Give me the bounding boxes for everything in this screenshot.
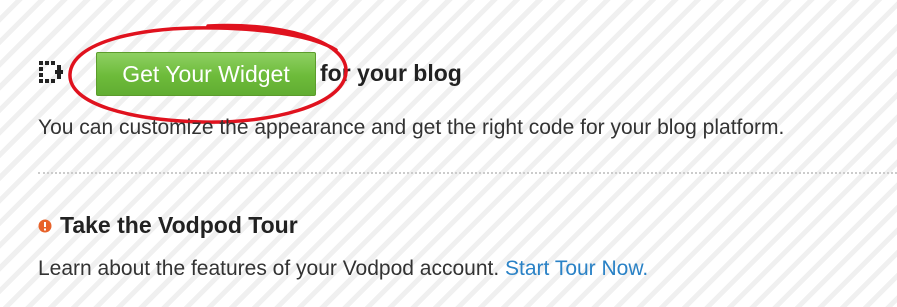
tour-description-line: Learn about the features of your Vodpod … bbox=[38, 254, 648, 284]
widget-section: Get Your Widget for your blog You can cu… bbox=[0, 0, 897, 172]
widget-embed-icon bbox=[39, 61, 63, 83]
tour-description: Learn about the features of your Vodpod … bbox=[38, 257, 500, 280]
widget-description: You can customize the appearance and get… bbox=[38, 116, 785, 139]
tour-section: Take the Vodpod Tour Learn about the fea… bbox=[0, 174, 897, 307]
get-your-widget-button[interactable]: Get Your Widget bbox=[96, 52, 316, 96]
widget-suffix-text: for your blog bbox=[320, 60, 462, 86]
orange-bullet-icon bbox=[38, 219, 52, 233]
start-tour-link[interactable]: Start Tour Now. bbox=[505, 257, 648, 280]
tour-title: Take the Vodpod Tour bbox=[60, 212, 298, 238]
